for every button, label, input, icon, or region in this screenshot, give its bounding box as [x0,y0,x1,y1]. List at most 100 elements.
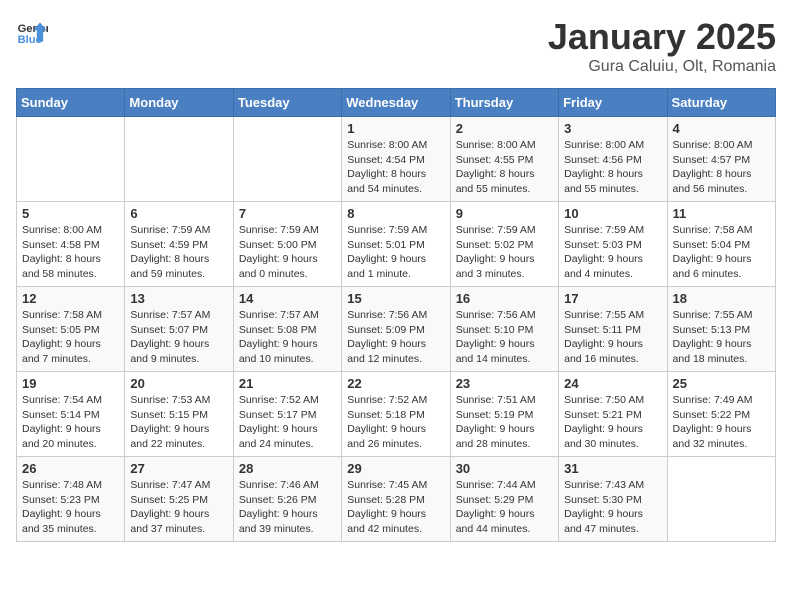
day-info: Sunrise: 7:59 AM Sunset: 5:01 PM Dayligh… [347,223,444,282]
logo-icon: General Blue [16,16,48,48]
day-info: Sunrise: 8:00 AM Sunset: 4:55 PM Dayligh… [456,138,553,197]
day-info: Sunrise: 7:45 AM Sunset: 5:28 PM Dayligh… [347,478,444,537]
day-info: Sunrise: 7:52 AM Sunset: 5:18 PM Dayligh… [347,393,444,452]
calendar-week-row: 12 Sunrise: 7:58 AM Sunset: 5:05 PM Dayli… [17,287,776,372]
day-info: Sunrise: 8:00 AM Sunset: 4:54 PM Dayligh… [347,138,444,197]
calendar-cell: 18 Sunrise: 7:55 AM Sunset: 5:13 PM Dayli… [667,287,775,372]
calendar-cell: 30 Sunrise: 7:44 AM Sunset: 5:29 PM Dayli… [450,457,558,542]
day-info: Sunrise: 7:43 AM Sunset: 5:30 PM Dayligh… [564,478,661,537]
calendar-cell: 20Sunrise: 7:53 AM Sunset: 5:15 PM Dayli… [125,372,233,457]
day-info: Sunrise: 7:56 AM Sunset: 5:09 PM Dayligh… [347,308,444,367]
day-number: 25 [673,376,770,391]
calendar-table: SundayMondayTuesdayWednesdayThursdayFrid… [16,88,776,542]
calendar-cell: 28 Sunrise: 7:46 AM Sunset: 5:26 PM Dayli… [233,457,341,542]
calendar-cell: 27 Sunrise: 7:47 AM Sunset: 5:25 PM Dayli… [125,457,233,542]
calendar-cell: 17 Sunrise: 7:55 AM Sunset: 5:11 PM Dayli… [559,287,667,372]
day-info: Sunrise: 8:00 AM Sunset: 4:58 PM Dayligh… [22,223,119,282]
day-header: Monday [125,89,233,117]
day-header: Sunday [17,89,125,117]
calendar-cell [233,117,341,202]
day-info: Sunrise: 7:57 AM Sunset: 5:07 PM Dayligh… [130,308,227,367]
day-number: 3 [564,121,661,136]
day-number: 29 [347,461,444,476]
calendar-cell: 11 Sunrise: 7:58 AM Sunset: 5:04 PM Dayli… [667,202,775,287]
day-info: Sunrise: 7:59 AM Sunset: 5:02 PM Dayligh… [456,223,553,282]
calendar-cell: 6Sunrise: 7:59 AM Sunset: 4:59 PM Daylig… [125,202,233,287]
day-number: 30 [456,461,553,476]
calendar-cell: 23Sunrise: 7:51 AM Sunset: 5:19 PM Dayli… [450,372,558,457]
day-info: Sunrise: 7:51 AM Sunset: 5:19 PM Dayligh… [456,393,553,452]
day-number: 12 [22,291,119,306]
day-info: Sunrise: 7:48 AM Sunset: 5:23 PM Dayligh… [22,478,119,537]
day-info: Sunrise: 7:50 AM Sunset: 5:21 PM Dayligh… [564,393,661,452]
calendar-cell: 26 Sunrise: 7:48 AM Sunset: 5:23 PM Dayli… [17,457,125,542]
day-info: Sunrise: 7:58 AM Sunset: 5:05 PM Dayligh… [22,308,119,367]
day-info: Sunrise: 7:46 AM Sunset: 5:26 PM Dayligh… [239,478,336,537]
calendar-cell: 9 Sunrise: 7:59 AM Sunset: 5:02 PM Daylig… [450,202,558,287]
day-number: 26 [22,461,119,476]
day-number: 13 [130,291,227,306]
day-info: Sunrise: 7:59 AM Sunset: 5:03 PM Dayligh… [564,223,661,282]
title-block: January 2025 Gura Caluiu, Olt, Romania [548,16,776,76]
calendar-cell: 12 Sunrise: 7:58 AM Sunset: 5:05 PM Dayli… [17,287,125,372]
calendar-cell: 25 Sunrise: 7:49 AM Sunset: 5:22 PM Dayli… [667,372,775,457]
day-number: 18 [673,291,770,306]
day-info: Sunrise: 7:56 AM Sunset: 5:10 PM Dayligh… [456,308,553,367]
day-header: Wednesday [342,89,450,117]
calendar-cell: 8 Sunrise: 7:59 AM Sunset: 5:01 PM Daylig… [342,202,450,287]
day-number: 24 [564,376,661,391]
day-info: Sunrise: 7:52 AM Sunset: 5:17 PM Dayligh… [239,393,336,452]
day-info: Sunrise: 7:54 AM Sunset: 5:14 PM Dayligh… [22,393,119,452]
day-number: 7 [239,206,336,221]
day-info: Sunrise: 7:55 AM Sunset: 5:11 PM Dayligh… [564,308,661,367]
day-number: 31 [564,461,661,476]
day-number: 11 [673,206,770,221]
day-number: 2 [456,121,553,136]
day-number: 27 [130,461,227,476]
header-row: SundayMondayTuesdayWednesdayThursdayFrid… [17,89,776,117]
calendar-cell: 3 Sunrise: 8:00 AM Sunset: 4:56 PM Daylig… [559,117,667,202]
day-header: Friday [559,89,667,117]
calendar-cell: 7 Sunrise: 7:59 AM Sunset: 5:00 PM Daylig… [233,202,341,287]
day-number: 5 [22,206,119,221]
day-number: 8 [347,206,444,221]
day-info: Sunrise: 8:00 AM Sunset: 4:56 PM Dayligh… [564,138,661,197]
calendar-cell [667,457,775,542]
day-header: Tuesday [233,89,341,117]
month-title: January 2025 [548,16,776,58]
calendar-week-row: 19Sunrise: 7:54 AM Sunset: 5:14 PM Dayli… [17,372,776,457]
calendar-cell: 10Sunrise: 7:59 AM Sunset: 5:03 PM Dayli… [559,202,667,287]
calendar-cell: 22 Sunrise: 7:52 AM Sunset: 5:18 PM Dayli… [342,372,450,457]
day-info: Sunrise: 7:49 AM Sunset: 5:22 PM Dayligh… [673,393,770,452]
day-info: Sunrise: 7:47 AM Sunset: 5:25 PM Dayligh… [130,478,227,537]
day-info: Sunrise: 7:44 AM Sunset: 5:29 PM Dayligh… [456,478,553,537]
day-number: 17 [564,291,661,306]
calendar-cell: 15 Sunrise: 7:56 AM Sunset: 5:09 PM Dayli… [342,287,450,372]
day-info: Sunrise: 7:55 AM Sunset: 5:13 PM Dayligh… [673,308,770,367]
calendar-week-row: 1 Sunrise: 8:00 AM Sunset: 4:54 PM Daylig… [17,117,776,202]
day-number: 22 [347,376,444,391]
calendar-cell: 21Sunrise: 7:52 AM Sunset: 5:17 PM Dayli… [233,372,341,457]
day-info: Sunrise: 8:00 AM Sunset: 4:57 PM Dayligh… [673,138,770,197]
day-number: 15 [347,291,444,306]
day-number: 14 [239,291,336,306]
calendar-cell: 29 Sunrise: 7:45 AM Sunset: 5:28 PM Dayli… [342,457,450,542]
calendar-cell: 5 Sunrise: 8:00 AM Sunset: 4:58 PM Daylig… [17,202,125,287]
calendar-cell: 1 Sunrise: 8:00 AM Sunset: 4:54 PM Daylig… [342,117,450,202]
calendar-cell: 13 Sunrise: 7:57 AM Sunset: 5:07 PM Dayli… [125,287,233,372]
day-info: Sunrise: 7:59 AM Sunset: 5:00 PM Dayligh… [239,223,336,282]
day-number: 1 [347,121,444,136]
day-info: Sunrise: 7:58 AM Sunset: 5:04 PM Dayligh… [673,223,770,282]
calendar-cell: 24 Sunrise: 7:50 AM Sunset: 5:21 PM Dayli… [559,372,667,457]
day-header: Saturday [667,89,775,117]
day-number: 9 [456,206,553,221]
day-number: 16 [456,291,553,306]
calendar-cell: 2 Sunrise: 8:00 AM Sunset: 4:55 PM Daylig… [450,117,558,202]
location-subtitle: Gura Caluiu, Olt, Romania [548,58,776,76]
calendar-cell: 31 Sunrise: 7:43 AM Sunset: 5:30 PM Dayli… [559,457,667,542]
calendar-week-row: 26 Sunrise: 7:48 AM Sunset: 5:23 PM Dayli… [17,457,776,542]
calendar-cell [125,117,233,202]
day-info: Sunrise: 7:57 AM Sunset: 5:08 PM Dayligh… [239,308,336,367]
day-info: Sunrise: 7:59 AM Sunset: 4:59 PM Dayligh… [130,223,227,282]
day-number: 28 [239,461,336,476]
